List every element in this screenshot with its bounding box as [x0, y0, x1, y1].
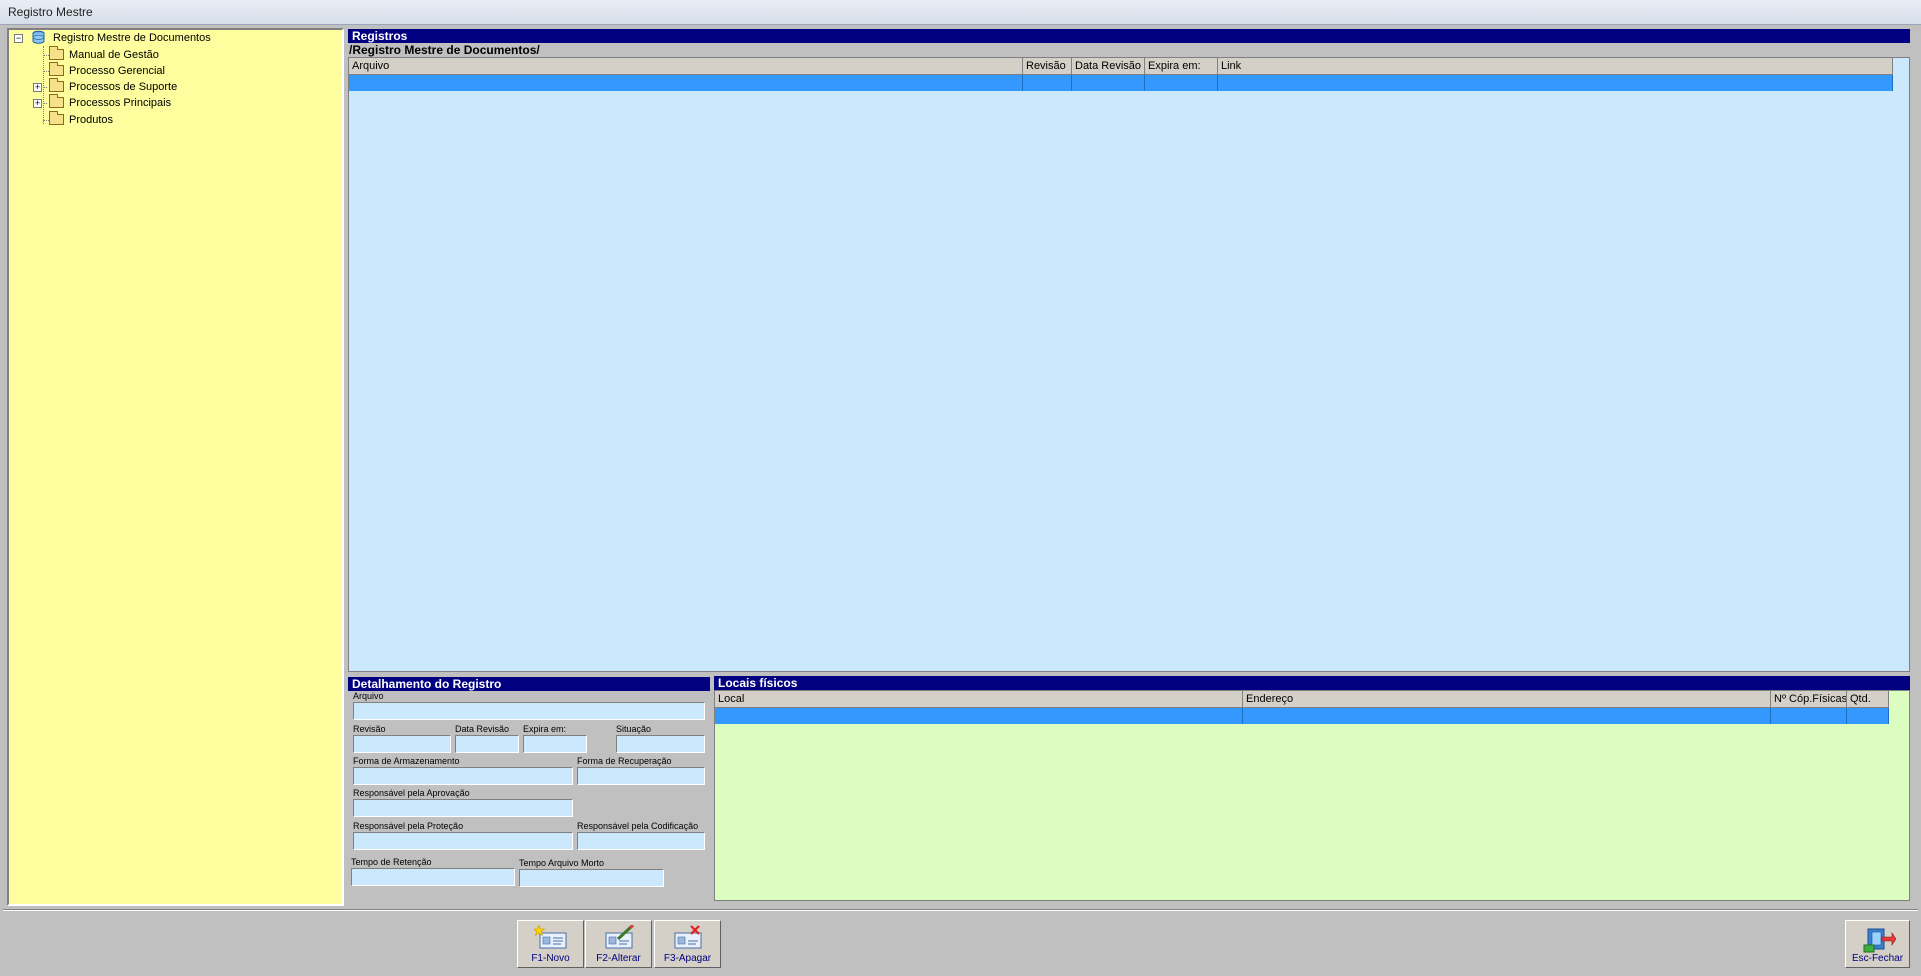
- col-endereco[interactable]: Endereço: [1243, 691, 1771, 708]
- folder-icon: [49, 78, 64, 92]
- cell-data-revisao: [1072, 75, 1145, 91]
- alterar-button[interactable]: F2-Alterar: [585, 920, 652, 968]
- situacao-field[interactable]: [616, 735, 705, 753]
- document-tree[interactable]: − Registro Mestre de Documentos Manual d…: [7, 28, 344, 906]
- label-data-revisao: Data Revisão: [455, 724, 510, 734]
- tree-item-label: Produtos: [69, 114, 114, 126]
- folder-icon: [49, 62, 64, 76]
- resp-codificacao-field[interactable]: [577, 832, 705, 850]
- registros-path: /Registro Mestre de Documentos/: [348, 43, 1910, 57]
- cell-arquivo: [349, 75, 1023, 91]
- collapse-icon[interactable]: −: [14, 34, 23, 43]
- apagar-button-label: F3-Apagar: [663, 953, 712, 964]
- col-copias-fisicas[interactable]: Nº Cóp.Físicas: [1771, 691, 1847, 708]
- toolbar-divider: [3, 909, 1918, 911]
- cell-qtd: [1847, 708, 1889, 724]
- col-data-revisao[interactable]: Data Revisão: [1072, 58, 1145, 75]
- label-tempo-arquivo-morto: Tempo Arquivo Morto: [519, 858, 605, 868]
- label-resp-codificacao: Responsável pela Codificação: [577, 821, 699, 831]
- delete-record-icon: [674, 925, 702, 949]
- fechar-button[interactable]: Esc-Fechar: [1845, 920, 1910, 968]
- arquivo-field[interactable]: [353, 702, 705, 720]
- expand-icon[interactable]: +: [33, 83, 42, 92]
- cell-revisao: [1023, 75, 1072, 91]
- tree-connector-line: [43, 46, 44, 124]
- registros-header: Registros: [348, 29, 1910, 43]
- resp-protecao-field[interactable]: [353, 832, 573, 850]
- cell-endereco: [1243, 708, 1771, 724]
- locais-grid[interactable]: Local Endereço Nº Cóp.Físicas Qtd.: [714, 690, 1910, 901]
- forma-recuperacao-field[interactable]: [577, 767, 705, 785]
- cell-copias-fisicas: [1771, 708, 1847, 724]
- apagar-button[interactable]: F3-Apagar: [654, 920, 721, 968]
- folder-icon: [49, 111, 64, 125]
- locais-header: Locais físicos: [714, 676, 1910, 690]
- window-title: Registro Mestre: [8, 5, 93, 19]
- label-forma-armazenamento: Forma de Armazenamento: [353, 756, 460, 766]
- table-row[interactable]: [715, 708, 1889, 724]
- edit-record-icon: [605, 925, 635, 949]
- tree-item-label: Processo Gerencial: [69, 65, 165, 77]
- folder-icon: [49, 46, 64, 60]
- locais-column-headers: Local Endereço Nº Cóp.Físicas Qtd.: [715, 691, 1889, 708]
- registros-column-headers: Arquivo Revisão Data Revisão Expira em: …: [349, 58, 1893, 75]
- tree-root-label: Registro Mestre de Documentos: [51, 31, 213, 45]
- tree-connector-line: [43, 103, 47, 104]
- label-resp-protecao: Responsável pela Proteção: [353, 821, 464, 831]
- window-title-bar: Registro Mestre: [0, 0, 1921, 25]
- col-link[interactable]: Link: [1218, 58, 1893, 75]
- novo-button[interactable]: F1-Novo: [517, 920, 584, 968]
- exit-door-icon: [1863, 928, 1896, 953]
- expira-em-field[interactable]: [523, 735, 587, 753]
- revisao-field[interactable]: [353, 735, 451, 753]
- cell-expira-em: [1145, 75, 1218, 91]
- col-local[interactable]: Local: [715, 691, 1243, 708]
- cell-local: [715, 708, 1243, 724]
- label-forma-recuperacao: Forma de Recuperação: [577, 756, 672, 766]
- resp-aprovacao-field[interactable]: [353, 799, 573, 817]
- new-record-icon: [534, 925, 567, 949]
- expand-icon[interactable]: +: [33, 99, 42, 108]
- tree-item-label: Processos de Suporte: [69, 81, 178, 93]
- forma-armazenamento-field[interactable]: [353, 767, 573, 785]
- data-revisao-field[interactable]: [455, 735, 519, 753]
- col-arquivo[interactable]: Arquivo: [349, 58, 1023, 75]
- cell-link: [1218, 75, 1893, 91]
- tree-connector-line: [43, 87, 47, 88]
- novo-button-label: F1-Novo: [531, 953, 570, 964]
- fechar-button-label: Esc-Fechar: [1851, 953, 1904, 964]
- tempo-arquivo-morto-field[interactable]: [519, 869, 664, 887]
- table-row[interactable]: [349, 75, 1893, 91]
- label-resp-aprovacao: Responsável pela Aprovação: [353, 788, 470, 798]
- label-arquivo: Arquivo: [353, 691, 384, 701]
- database-icon: [32, 30, 45, 44]
- tempo-retencao-field[interactable]: [351, 868, 515, 886]
- detalhamento-form: Arquivo Revisão Data Revisão Expira em: …: [348, 691, 710, 901]
- alterar-button-label: F2-Alterar: [596, 953, 641, 964]
- tree-item-label: Manual de Gestão: [69, 49, 159, 61]
- col-revisao[interactable]: Revisão: [1023, 58, 1072, 75]
- col-expira-em[interactable]: Expira em:: [1145, 58, 1218, 75]
- label-expira-em: Expira em:: [523, 724, 567, 734]
- registros-grid[interactable]: Arquivo Revisão Data Revisão Expira em: …: [348, 57, 1910, 672]
- col-qtd[interactable]: Qtd.: [1847, 691, 1889, 708]
- label-revisao: Revisão: [353, 724, 386, 734]
- label-tempo-retencao: Tempo de Retenção: [351, 857, 432, 867]
- tree-item-label: Processos Principais: [69, 97, 172, 109]
- folder-icon: [49, 94, 64, 108]
- detalhamento-header: Detalhamento do Registro: [348, 677, 710, 691]
- label-situacao: Situação: [616, 724, 652, 734]
